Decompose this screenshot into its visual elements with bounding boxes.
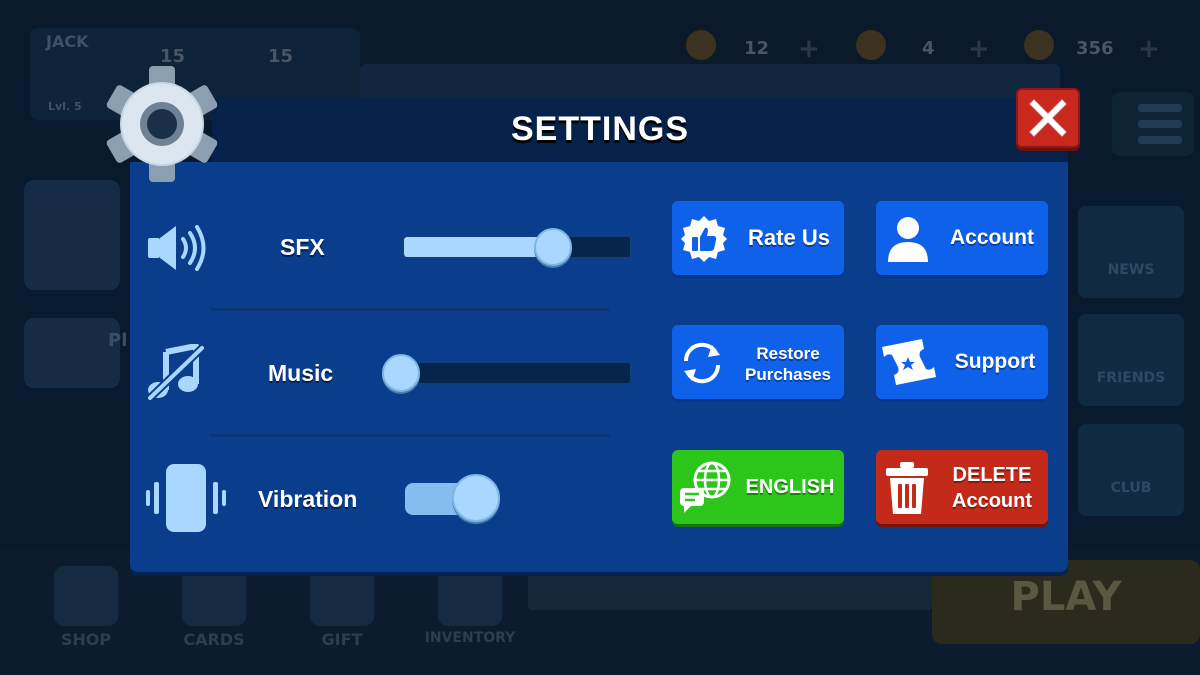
league-icon[interactable] xyxy=(24,180,120,290)
music-slider[interactable] xyxy=(402,361,632,385)
sfx-label: SFX xyxy=(280,234,325,260)
resource-value-wood: 4 xyxy=(922,38,935,59)
vibration-label: Vibration xyxy=(258,486,358,512)
news-label: NEWS xyxy=(1107,262,1155,278)
sfx-slider-fill xyxy=(404,237,544,257)
add-wood-button[interactable]: + xyxy=(968,36,990,62)
row-divider xyxy=(210,308,610,311)
quest-label-partial: Pl xyxy=(108,330,128,351)
trash-icon xyxy=(886,462,928,514)
inventory-icon xyxy=(438,566,502,626)
support-label: Support xyxy=(954,350,1036,373)
bottom-strip xyxy=(528,572,932,610)
vibration-toggle-knob[interactable] xyxy=(452,474,500,522)
sfx-slider[interactable] xyxy=(402,235,632,259)
restore-label-line2: Purchases xyxy=(745,365,831,384)
nav-cards[interactable]: CARDS xyxy=(154,630,274,649)
friends-label: FRIENDS xyxy=(1096,370,1166,386)
club-label: CLUB xyxy=(1110,480,1152,496)
nav-shop[interactable]: SHOP xyxy=(26,630,146,649)
sfx-slider-knob[interactable] xyxy=(534,228,572,266)
resource-value-coins: 356 xyxy=(1076,38,1114,59)
rate-us-button[interactable]: Rate Us xyxy=(672,201,844,275)
delete-label-line2: Account xyxy=(952,490,1032,512)
close-button[interactable] xyxy=(1016,88,1080,148)
support-button[interactable]: Support xyxy=(876,325,1048,399)
account-button[interactable]: Account xyxy=(876,201,1048,275)
settings-title: SETTINGS xyxy=(510,110,690,148)
language-button[interactable]: ENGLISH xyxy=(672,450,844,524)
quest-scroll-icon[interactable] xyxy=(24,318,120,388)
language-label: ENGLISH xyxy=(745,476,835,498)
user-icon xyxy=(888,217,928,262)
gift-icon xyxy=(310,566,374,626)
ticket-icon xyxy=(882,339,936,385)
player-name: JACK xyxy=(46,32,89,51)
account-label: Account xyxy=(950,226,1034,249)
player-level: Lvl. 5 xyxy=(48,100,82,113)
nav-inventory[interactable]: INVENTORY xyxy=(410,630,530,646)
news-button[interactable] xyxy=(1078,206,1184,298)
cards-icon xyxy=(182,566,246,626)
shop-icon xyxy=(54,566,118,626)
gear-icon xyxy=(100,62,224,186)
lightning-icon xyxy=(686,30,716,60)
restore-purchases-button[interactable]: Restore Purchases xyxy=(672,325,844,399)
wood-icon xyxy=(856,30,886,60)
play-label: PLAY xyxy=(1010,574,1122,620)
refresh-icon xyxy=(683,342,721,384)
club-button[interactable] xyxy=(1078,424,1184,516)
music-label: Music xyxy=(268,360,334,386)
thumbs-up-icon xyxy=(681,216,727,262)
resource-value-lightning: 12 xyxy=(744,38,770,59)
delete-account-button[interactable]: DELETE Account xyxy=(876,450,1048,524)
add-lightning-button[interactable]: + xyxy=(798,36,820,62)
close-icon xyxy=(1029,99,1067,137)
restore-label-line1: Restore xyxy=(756,344,820,363)
second-stat-count: 15 xyxy=(268,46,294,67)
menu-icon xyxy=(1138,104,1182,112)
music-muted-icon xyxy=(146,343,206,406)
vibration-icon xyxy=(146,462,226,538)
nav-gift[interactable]: GIFT xyxy=(282,630,402,649)
rate-us-label: Rate Us xyxy=(748,225,830,250)
music-slider-knob[interactable] xyxy=(382,354,420,392)
speaker-icon xyxy=(146,222,206,278)
delete-label-line1: DELETE xyxy=(952,464,1032,486)
coin-icon xyxy=(1024,30,1054,60)
add-coins-button[interactable]: + xyxy=(1138,36,1160,62)
friends-button[interactable] xyxy=(1078,314,1184,406)
globe-chat-icon xyxy=(680,461,731,513)
